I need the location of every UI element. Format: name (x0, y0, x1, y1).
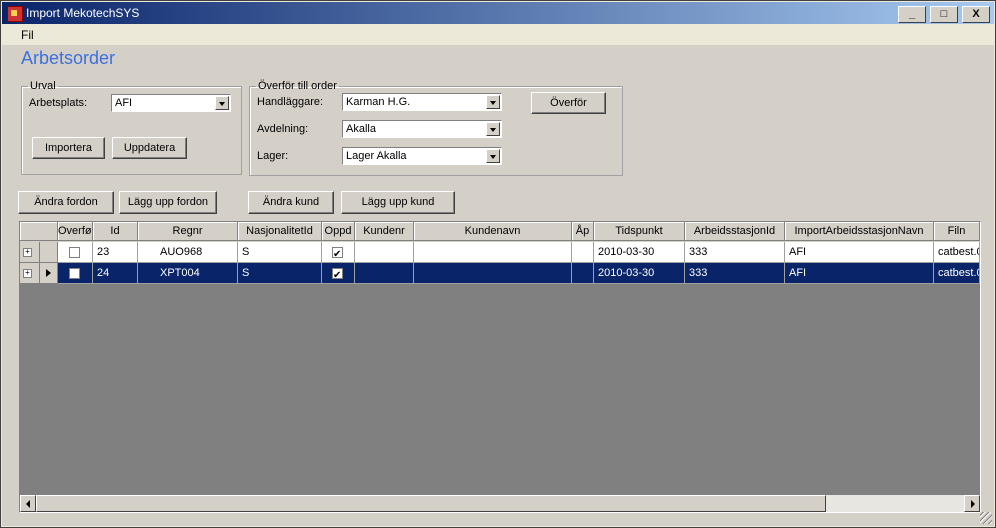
grid-header: Overføre Id Regnr NasjonalitetId Oppd Ku… (20, 222, 980, 242)
row-pointer-icon (46, 269, 51, 277)
avdelning-value: Akalla (346, 123, 376, 135)
title-bar[interactable]: Import MekotechSYS _ □ X (2, 2, 994, 24)
cell-overfore[interactable] (58, 242, 93, 263)
col-header-id[interactable]: Id (93, 222, 138, 241)
page-title: Arbetsorder (21, 48, 116, 68)
row-expander-cell[interactable]: + (20, 263, 40, 284)
cell-id[interactable]: 23 (93, 242, 138, 263)
scroll-right-icon (971, 500, 975, 508)
table-row[interactable]: + 23 AUO968 S 2010-03-30 333 AFI catbest… (20, 242, 980, 263)
handlaggare-label: Handläggare: (257, 96, 324, 108)
cell-filnavn[interactable]: catbest.0 (934, 242, 980, 263)
col-header-nasjonalitet[interactable]: NasjonalitetId (238, 222, 322, 241)
scrollbar-thumb[interactable] (36, 495, 826, 512)
dropdown-arrow-icon[interactable] (486, 149, 500, 163)
lager-select[interactable]: Lager Akalla (342, 147, 502, 165)
minimize-button[interactable]: _ (898, 6, 926, 23)
header-corner (20, 222, 58, 241)
cell-arbeidsstasjon[interactable]: 333 (685, 263, 785, 284)
overfore-checkbox[interactable] (69, 247, 80, 258)
col-header-arbeidsstasjon[interactable]: ArbeidsstasjonId (685, 222, 785, 241)
cell-kundenavn[interactable] (414, 242, 572, 263)
window-title: Import MekotechSYS (26, 6, 140, 20)
handlaggare-select[interactable]: Karman H.G. (342, 93, 502, 111)
col-header-kundenr[interactable]: Kundenr (355, 222, 414, 241)
cell-import-navn[interactable]: AFI (785, 263, 934, 284)
content-area: Arbetsorder Urval Arbetsplats: AFI Impor… (2, 45, 994, 526)
cell-tidspunkt[interactable]: 2010-03-30 (594, 242, 685, 263)
col-header-regnr[interactable]: Regnr (138, 222, 238, 241)
lager-value: Lager Akalla (346, 150, 407, 162)
cell-regnr[interactable]: XPT004 (138, 263, 238, 284)
main-window: Import MekotechSYS _ □ X Fil Arbetsorder… (0, 0, 996, 528)
table-row-selected[interactable]: + 24 XPT004 S 2010-03-30 333 (20, 263, 980, 284)
andra-kund-button[interactable]: Ändra kund (248, 191, 334, 214)
andra-fordon-button[interactable]: Ändra fordon (18, 191, 114, 214)
size-grip[interactable] (980, 512, 992, 524)
cell-overfore[interactable] (58, 263, 93, 284)
cell-oppd[interactable] (322, 263, 355, 284)
dropdown-arrow-icon[interactable] (486, 95, 500, 109)
scroll-left-icon (26, 500, 30, 508)
importera-button[interactable]: Importera (32, 137, 105, 159)
uppdatera-button[interactable]: Uppdatera (112, 137, 187, 159)
lagg-upp-fordon-button[interactable]: Lägg upp fordon (119, 191, 217, 214)
cell-nasjonalitet[interactable]: S (238, 263, 322, 284)
arbetsplats-select[interactable]: AFI (111, 94, 231, 112)
menu-fil[interactable]: Fil (21, 28, 34, 42)
cell-import-navn[interactable]: AFI (785, 242, 934, 263)
row-header[interactable] (40, 263, 58, 284)
cell-oppd[interactable] (322, 242, 355, 263)
overfor-button[interactable]: Överför (531, 92, 606, 114)
oppd-checkbox[interactable] (332, 245, 343, 262)
handlaggare-value: Karman H.G. (346, 96, 411, 108)
cell-arbeidsstasjon[interactable]: 333 (685, 242, 785, 263)
app-icon (7, 6, 23, 22)
horizontal-scrollbar[interactable] (20, 495, 980, 512)
menu-bar: Fil (2, 25, 994, 45)
dropdown-arrow-icon[interactable] (215, 96, 229, 110)
cell-kundenr[interactable] (355, 263, 414, 284)
col-header-import-navn[interactable]: ImportArbeidsstasjonNavn (785, 222, 934, 241)
scroll-left-button[interactable] (20, 495, 36, 512)
col-header-tidspunkt[interactable]: Tidspunkt (594, 222, 685, 241)
overfor-legend: Överför till order (258, 80, 337, 92)
col-header-kundenavn[interactable]: Kundenavn (414, 222, 572, 241)
avdelning-label: Avdelning: (257, 123, 309, 135)
cell-id[interactable]: 24 (93, 263, 138, 284)
avdelning-select[interactable]: Akalla (342, 120, 502, 138)
cell-regnr[interactable]: AUO968 (138, 242, 238, 263)
cell-kundenavn[interactable] (414, 263, 572, 284)
expand-icon[interactable]: + (23, 248, 32, 257)
lager-label: Lager: (257, 150, 289, 162)
arbetsplats-label: Arbetsplats: (29, 97, 88, 109)
row-header[interactable] (40, 242, 58, 263)
cell-nasjonalitet[interactable]: S (238, 242, 322, 263)
close-button[interactable]: X (962, 6, 990, 23)
col-header-overfore[interactable]: Overføre (58, 222, 93, 241)
expand-icon[interactable]: + (23, 269, 32, 278)
col-header-oppd[interactable]: Oppd (322, 222, 355, 241)
cell-kundenr[interactable] (355, 242, 414, 263)
urval-legend: Urval (30, 80, 56, 92)
col-header-filnavn[interactable]: Filn (934, 222, 980, 241)
arbetsplats-value: AFI (115, 97, 133, 109)
row-expander-cell[interactable]: + (20, 242, 40, 263)
cell-ap[interactable] (572, 242, 594, 263)
cell-ap[interactable] (572, 263, 594, 284)
lagg-upp-kund-button[interactable]: Lägg upp kund (341, 191, 455, 214)
maximize-button[interactable]: □ (930, 6, 958, 23)
cell-filnavn[interactable]: catbest.0 (934, 263, 980, 284)
scroll-right-button[interactable] (964, 495, 980, 512)
oppd-checkbox[interactable] (332, 266, 343, 283)
col-header-ap[interactable]: Åp (572, 222, 594, 241)
arbetsorder-grid[interactable]: Overføre Id Regnr NasjonalitetId Oppd Ku… (19, 221, 981, 513)
dropdown-arrow-icon[interactable] (486, 122, 500, 136)
cell-tidspunkt[interactable]: 2010-03-30 (594, 263, 685, 284)
overfore-checkbox[interactable] (69, 268, 80, 279)
